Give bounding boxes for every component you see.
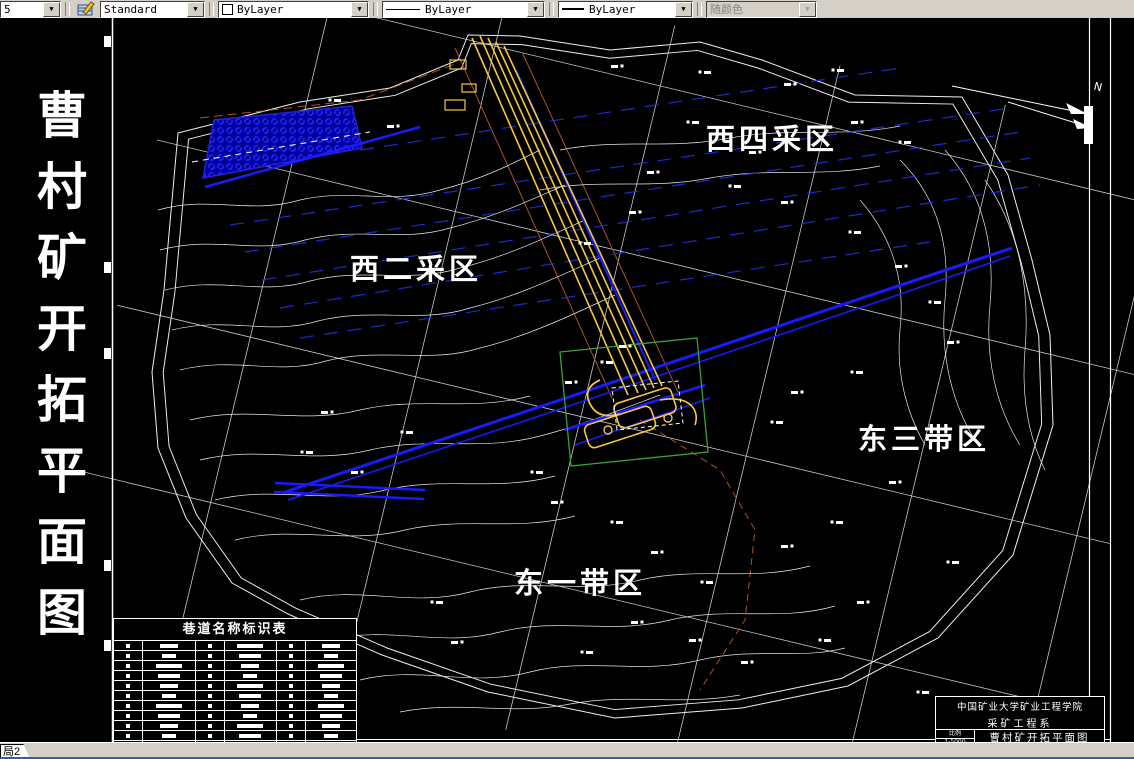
title-block-department: 采矿工程系: [987, 719, 1053, 730]
status-bar: 局2: [0, 742, 1134, 759]
linetype-preview-icon: [386, 8, 420, 10]
layer-tool-icon: [77, 1, 95, 16]
layer-combobox-value: 5: [4, 2, 11, 16]
legend-table-row: [114, 731, 356, 741]
vertical-title-char: 开: [37, 299, 87, 358]
text-style-arrow-icon[interactable]: ▼: [187, 1, 204, 17]
text-style-value: Standard: [104, 2, 157, 16]
plotstyle-value: 随颜色: [710, 3, 743, 16]
vertical-title-char: 平: [37, 441, 87, 500]
district-label: 东一带区: [514, 566, 647, 600]
make-layer-current-button[interactable]: [74, 0, 98, 18]
lineweight-arrow-icon[interactable]: ▼: [675, 1, 692, 17]
vertical-title-char: 曹: [37, 86, 87, 145]
color-combobox[interactable]: ByLayer ▼: [218, 0, 369, 18]
vertical-title-char: 拓: [37, 370, 87, 429]
text-style-combobox[interactable]: Standard ▼: [100, 0, 205, 18]
title-block-school: 中国矿业大学矿业工程学院: [956, 702, 1083, 713]
legend-table-row: [114, 681, 356, 691]
legend-table-row: [114, 651, 356, 661]
toolbar-separator: [549, 2, 554, 16]
cad-application-window: 5 ▼ Standard ▼ ByLayer ▼ ByLayer ▼ ByLay…: [0, 0, 1134, 759]
north-arrow-icon: N: [951, 80, 1104, 129]
legend-table-title: 巷道名称标识表: [114, 619, 356, 641]
layer-combobox-arrow-icon[interactable]: ▼: [43, 1, 60, 17]
legend-table-row: [114, 721, 356, 731]
legend-table-row: [114, 661, 356, 671]
lineweight-preview-icon: [562, 8, 584, 10]
plotstyle-combobox: 随颜色 ▼: [706, 0, 817, 18]
district-label: 西二采区: [350, 252, 483, 286]
plotstyle-arrow-icon: ▼: [799, 1, 816, 17]
toolbar-separator: [209, 2, 214, 16]
linetype-combobox[interactable]: ByLayer ▼: [382, 0, 545, 18]
vertical-title-char: 矿: [37, 228, 87, 287]
color-arrow-icon[interactable]: ▼: [351, 1, 368, 17]
legend-table-row: [114, 671, 356, 681]
lineweight-combobox[interactable]: ByLayer ▼: [558, 0, 693, 18]
district-label: 西四采区: [706, 122, 839, 156]
vertical-title-char: 面: [37, 512, 87, 571]
legend-table-row: [114, 691, 356, 701]
vertical-title-char: 图: [37, 583, 87, 642]
linetype-value: ByLayer: [425, 2, 472, 16]
svg-text:N: N: [1092, 80, 1103, 95]
vertical-title: 曹村矿开拓平面图: [30, 80, 94, 648]
scale-label: 比例: [936, 730, 974, 739]
legend-table-row: [114, 641, 356, 651]
legend-table-row: [114, 701, 356, 711]
linetype-arrow-icon[interactable]: ▼: [527, 1, 544, 17]
drawing-canvas[interactable]: N 曹村矿开拓平面图 西四采区 西二采区 东三带区 东一带区 巷道名称标识表 中…: [0, 18, 1134, 759]
layer-combobox[interactable]: 5 ▼: [0, 0, 61, 18]
vertical-title-char: 村: [37, 157, 87, 216]
lineweight-value: ByLayer: [589, 2, 636, 16]
hatched-goaf-area: [202, 105, 363, 179]
toolbar-separator: [65, 2, 70, 16]
color-value: ByLayer: [237, 2, 284, 16]
legend-table-row: [114, 711, 356, 721]
district-label: 东三带区: [858, 422, 991, 456]
color-swatch-icon: [222, 3, 233, 15]
toolbar-separator: [373, 2, 378, 16]
toolbar: 5 ▼ Standard ▼ ByLayer ▼ ByLayer ▼ ByLay…: [0, 0, 1134, 19]
roadway-legend-table: 巷道名称标识表: [113, 618, 357, 759]
toolbar-separator: [697, 2, 702, 16]
